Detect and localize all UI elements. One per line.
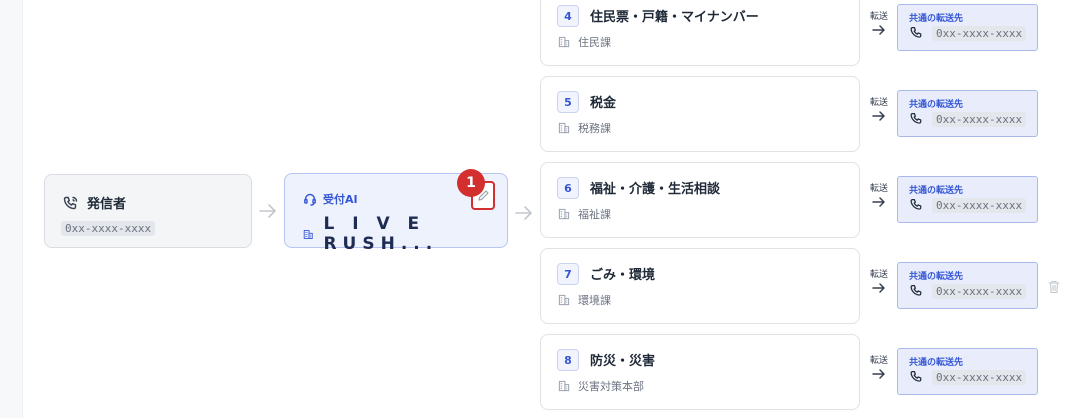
caller-node[interactable]: 発信者 0xx-xxxx-xxxx xyxy=(44,174,252,248)
route-department-text: 災害対策本部 xyxy=(578,380,644,393)
headset-icon xyxy=(304,193,316,206)
destination-phone: 0xx-xxxx-xxxx xyxy=(932,370,1027,385)
arrow-right-icon xyxy=(872,111,885,121)
reception-ai-label-text: 受付AI xyxy=(323,193,358,206)
route-title: ごみ・環境 xyxy=(590,268,656,283)
arrow-right-icon xyxy=(872,369,885,379)
forward-indicator: 転送 xyxy=(868,353,890,385)
destination-label: 共通の転送先 xyxy=(909,272,964,282)
route-department: 環境課 xyxy=(558,292,611,308)
phone-icon xyxy=(910,371,922,382)
forward-label: 転送 xyxy=(869,356,888,366)
route-department-text: 環境課 xyxy=(578,294,611,307)
route-title: 住民票・戸籍・マイナンバー xyxy=(590,10,759,25)
route-number: 6 xyxy=(557,177,579,199)
route-card[interactable]: 4 住民票・戸籍・マイナンバー 住民課 xyxy=(540,0,860,66)
forward-destination[interactable]: 共通の転送先 0xx-xxxx-xxxx xyxy=(897,90,1038,137)
destination-phone: 0xx-xxxx-xxxx xyxy=(932,26,1027,41)
destination-label: 共通の転送先 xyxy=(909,100,964,110)
forward-label: 転送 xyxy=(869,12,888,22)
route-department-text: 住民課 xyxy=(578,36,611,49)
reception-ai-name: L I V E RUSH... xyxy=(303,214,507,254)
forward-indicator: 転送 xyxy=(868,267,890,299)
phone-call-icon xyxy=(63,196,78,209)
route-number: 5 xyxy=(557,91,579,113)
building-icon xyxy=(303,229,313,239)
forward-destination[interactable]: 共通の転送先 0xx-xxxx-xxxx xyxy=(897,348,1038,395)
phone-icon xyxy=(910,27,922,38)
forward-indicator: 転送 xyxy=(868,9,890,41)
forward-indicator: 転送 xyxy=(868,181,890,213)
building-icon xyxy=(558,208,570,220)
trash-icon[interactable] xyxy=(1048,280,1060,294)
forward-label: 転送 xyxy=(869,184,888,194)
destination-phone: 0xx-xxxx-xxxx xyxy=(932,112,1027,127)
building-icon xyxy=(558,122,570,134)
route-department-text: 福祉課 xyxy=(578,208,611,221)
phone-icon xyxy=(910,285,922,296)
arrow-right-icon xyxy=(872,283,885,293)
route-title: 福祉・介護・生活相談 xyxy=(590,182,721,197)
arrow-right-icon xyxy=(872,25,885,35)
route-department: 住民課 xyxy=(558,34,611,50)
route-department: 災害対策本部 xyxy=(558,378,644,394)
building-icon xyxy=(558,36,570,48)
caller-title: 発信者 xyxy=(63,193,126,212)
destination-phone: 0xx-xxxx-xxxx xyxy=(932,284,1027,299)
destination-phone: 0xx-xxxx-xxxx xyxy=(932,198,1027,213)
route-title: 税金 xyxy=(590,96,617,111)
route-title: 防災・災害 xyxy=(590,354,656,369)
forward-destination[interactable]: 共通の転送先 0xx-xxxx-xxxx xyxy=(897,262,1038,309)
route-department: 税務課 xyxy=(558,120,611,136)
phone-icon xyxy=(910,113,922,124)
forward-indicator: 転送 xyxy=(868,95,890,127)
caller-phone: 0xx-xxxx-xxxx xyxy=(61,221,156,236)
arrow-right-icon xyxy=(872,197,885,207)
forward-destination[interactable]: 共通の転送先 0xx-xxxx-xxxx xyxy=(897,176,1038,223)
step-badge: 1 xyxy=(457,169,485,197)
route-number: 8 xyxy=(557,349,579,371)
left-rail xyxy=(0,0,23,418)
route-department: 福祉課 xyxy=(558,206,611,222)
forward-destination[interactable]: 共通の転送先 0xx-xxxx-xxxx xyxy=(897,4,1038,51)
route-number: 7 xyxy=(557,263,579,285)
caller-title-text: 発信者 xyxy=(87,197,127,212)
route-card[interactable]: 8 防災・災害 災害対策本部 xyxy=(540,334,860,410)
destination-label: 共通の転送先 xyxy=(909,186,964,196)
phone-icon xyxy=(910,199,922,210)
arrow-caller-to-ai xyxy=(259,204,276,218)
building-icon xyxy=(558,380,570,392)
building-icon xyxy=(558,294,570,306)
route-card[interactable]: 7 ごみ・環境 環境課 xyxy=(540,248,860,324)
forward-label: 転送 xyxy=(869,98,888,108)
destination-label: 共通の転送先 xyxy=(909,14,964,24)
destination-label: 共通の転送先 xyxy=(909,358,964,368)
arrow-ai-to-routes xyxy=(515,206,532,220)
route-department-text: 税務課 xyxy=(578,122,611,135)
route-card[interactable]: 5 税金 税務課 xyxy=(540,76,860,152)
reception-ai-label: 受付AI xyxy=(303,191,358,207)
reception-ai-name-text: L I V E RUSH... xyxy=(323,214,439,254)
forward-label: 転送 xyxy=(869,270,888,280)
route-card[interactable]: 6 福祉・介護・生活相談 福祉課 xyxy=(540,162,860,238)
route-number: 4 xyxy=(557,5,579,27)
